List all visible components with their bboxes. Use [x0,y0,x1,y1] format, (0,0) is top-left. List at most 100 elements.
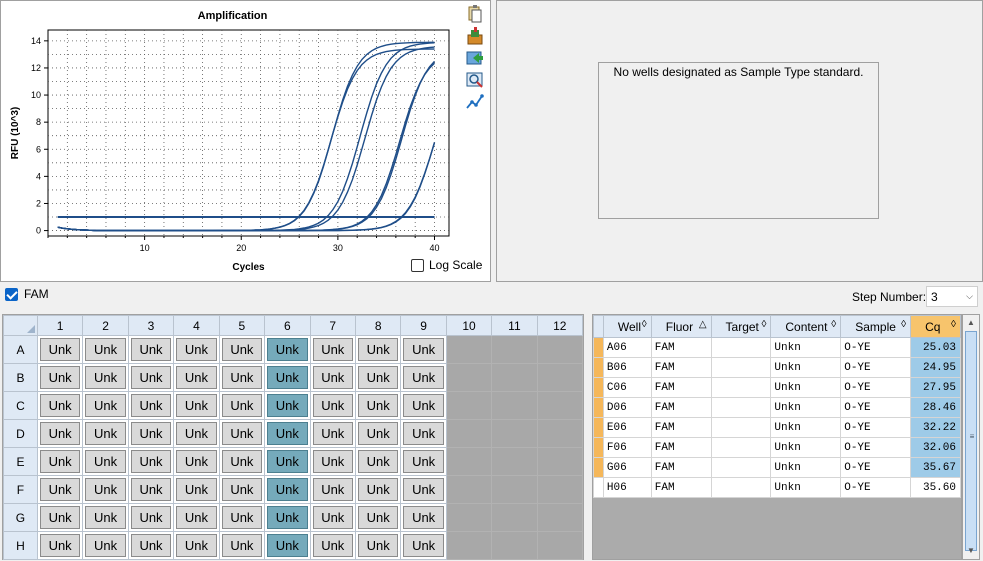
col-header-content[interactable]: Content ◊ [770,315,842,338]
plate-well-empty[interactable] [536,419,584,448]
plate-well-empty[interactable] [491,475,538,504]
plate-row-header[interactable]: C [3,391,38,420]
plate-row-header[interactable]: A [3,335,38,364]
plate-well[interactable]: Unk [354,503,402,532]
col-header-fluor[interactable]: Fluor △ [650,315,712,338]
plate-well[interactable]: Unk [264,503,311,532]
plate-well-empty[interactable] [491,419,538,448]
plate-well[interactable]: Unk [264,531,311,560]
plate-well[interactable]: Unk [127,391,175,420]
plate-well[interactable]: Unk [173,503,220,532]
plate-well[interactable]: Unk [82,475,129,504]
plate-well-empty[interactable] [445,447,493,476]
plate-well[interactable]: Unk [354,447,402,476]
plate-well[interactable]: Unk [218,335,266,364]
plate-well[interactable]: Unk [309,363,356,392]
plate-well[interactable]: Unk [264,363,311,392]
plate-well[interactable]: Unk [309,531,356,560]
plate-well[interactable]: Unk [309,503,356,532]
plate-well-empty[interactable] [445,363,493,392]
plate-well-empty[interactable] [491,447,538,476]
plate-well[interactable]: Unk [173,447,220,476]
table-row[interactable]: G06 FAM Unkn O-YE 35.67 [593,457,961,478]
plate-well[interactable]: Unk [354,391,402,420]
plate-well[interactable]: Unk [309,391,356,420]
plate-well[interactable]: Unk [218,363,266,392]
plate-col-header[interactable]: 3 [127,315,175,336]
plate-well[interactable]: Unk [36,503,84,532]
plate-well-empty[interactable] [445,335,493,364]
plate-well[interactable]: Unk [36,419,84,448]
plate-well[interactable]: Unk [218,419,266,448]
plate-well[interactable]: Unk [173,475,220,504]
fluor-filter[interactable]: FAM [5,287,49,301]
plate-well-empty[interactable] [445,531,493,560]
plate-well[interactable]: Unk [400,531,447,560]
plate-well[interactable]: Unk [400,475,447,504]
plate-well[interactable]: Unk [82,447,129,476]
plate-row-header[interactable]: G [3,503,38,532]
plate-well[interactable]: Unk [36,391,84,420]
plate-well[interactable]: Unk [127,419,175,448]
zoom-icon[interactable] [465,70,485,90]
plate-well[interactable]: Unk [127,363,175,392]
plate-well[interactable]: Unk [309,419,356,448]
col-header-target[interactable]: Target ◊ [710,315,772,338]
plate-well[interactable]: Unk [400,363,447,392]
plate-well[interactable]: Unk [354,363,402,392]
plate-well[interactable]: Unk [264,447,311,476]
plate-well[interactable]: Unk [173,391,220,420]
fam-checkbox[interactable] [5,287,18,301]
plate-well[interactable]: Unk [127,531,175,560]
plate-well[interactable]: Unk [354,419,402,448]
col-header-sample[interactable]: Sample ◊ [840,315,912,338]
scroll-up-icon[interactable]: ▲ [964,316,978,330]
plate-well-empty[interactable] [445,391,493,420]
plate-col-header[interactable]: 12 [536,315,584,336]
plate-well[interactable]: Unk [400,447,447,476]
plate-well-empty[interactable] [491,531,538,560]
plate-well-empty[interactable] [445,419,493,448]
plate-row-header[interactable]: B [3,363,38,392]
plate-well[interactable]: Unk [36,447,84,476]
plate-well[interactable]: Unk [400,335,447,364]
plate-well[interactable]: Unk [173,335,220,364]
plate-well[interactable]: Unk [36,335,84,364]
plate-well-empty[interactable] [536,503,584,532]
plate-well[interactable]: Unk [127,335,175,364]
plate-well[interactable]: Unk [82,503,129,532]
plate-col-header[interactable]: 2 [82,315,129,336]
plate-well[interactable]: Unk [400,391,447,420]
plate-well[interactable]: Unk [36,475,84,504]
table-row[interactable]: D06 FAM Unkn O-YE 28.46 [593,397,961,418]
plate-col-header[interactable]: 7 [309,315,356,336]
copy-icon[interactable] [465,4,485,24]
plate-col-header[interactable]: 11 [491,315,538,336]
plate-well-empty[interactable] [445,503,493,532]
plate-well-empty[interactable] [491,363,538,392]
plate-well[interactable]: Unk [36,531,84,560]
plate-well[interactable]: Unk [82,419,129,448]
plate-row-header[interactable]: D [3,419,38,448]
plate-well-empty[interactable] [536,335,584,364]
plate-well[interactable]: Unk [218,391,266,420]
plate-well[interactable]: Unk [82,391,129,420]
plate-well[interactable]: Unk [309,447,356,476]
plate-well[interactable]: Unk [354,335,402,364]
log-scale-toggle[interactable]: Log Scale [411,258,482,272]
plate-well[interactable]: Unk [400,419,447,448]
table-row[interactable]: H06 FAM Unkn O-YE 35.60 [593,477,961,498]
plate-well-empty[interactable] [491,503,538,532]
plate-well[interactable]: Unk [218,503,266,532]
plate-col-header[interactable]: 5 [218,315,266,336]
plate-col-header[interactable]: 1 [36,315,84,336]
plate-well[interactable]: Unk [173,363,220,392]
amplification-chart[interactable]: 10 20 30 40 0 2 4 6 8 10 12 14 Cycles RFU (10^3) [0,0,465,282]
plate-corner[interactable] [3,315,38,336]
plate-well[interactable]: Unk [264,475,311,504]
scrollbar-thumb[interactable]: ≡ [965,331,977,551]
plate-well-empty[interactable] [491,391,538,420]
table-row[interactable]: F06 FAM Unkn O-YE 32.06 [593,437,961,458]
plate-col-header[interactable]: 4 [173,315,220,336]
plate-well[interactable]: Unk [218,475,266,504]
